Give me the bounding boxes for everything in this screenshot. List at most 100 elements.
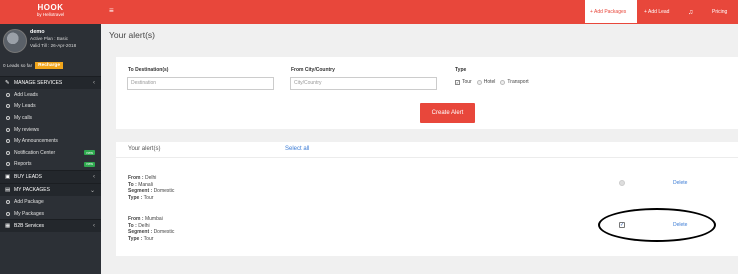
sidebar-item-label: My calls	[14, 114, 33, 121]
new-badge: new	[84, 161, 95, 167]
alert-to: To : Delhi	[128, 223, 174, 230]
bell-icon[interactable]: ♫	[688, 0, 693, 24]
to-destination-label: To Destination(s)	[128, 67, 169, 73]
circle-icon	[6, 199, 10, 204]
alert-type-value: Tour	[143, 235, 154, 242]
type-label: Type :	[128, 235, 143, 242]
sidebar-item-reports[interactable]: Reports new	[0, 159, 101, 171]
alert-type: Type : Tour	[128, 195, 174, 202]
sidebar-item-label: My Packages	[14, 210, 45, 217]
avatar[interactable]	[3, 29, 27, 53]
edit-icon: ✎	[5, 80, 10, 86]
circle-icon	[6, 127, 10, 132]
new-badge: new	[84, 150, 95, 156]
delete-link[interactable]: Delete	[673, 180, 687, 186]
alert-segment: Segment : Domestic	[128, 188, 174, 195]
sidebar-item-label: My Leads	[14, 103, 36, 110]
sidebar-item-my-calls[interactable]: My calls	[0, 112, 101, 124]
pricing-link[interactable]: Pricing	[712, 0, 727, 24]
type-label: Type	[455, 67, 467, 73]
alert-segment-value: Domestic	[153, 229, 175, 236]
sidebar: HOOK by Hellotravel demo Active Plan : B…	[0, 0, 101, 274]
sidebar-item-notification-center[interactable]: Notification Center new	[0, 147, 101, 159]
leads-left: 0 Leads so far	[3, 63, 33, 68]
divider	[116, 157, 738, 158]
sidebar-item-add-leads[interactable]: Add Leads	[0, 89, 101, 101]
sidebar-item-my-leads[interactable]: My Leads	[0, 101, 101, 113]
alerts-header: Your alert(s)	[128, 146, 161, 152]
alert-from: From : Delhi	[128, 175, 174, 182]
destination-input[interactable]: Destination	[127, 77, 274, 90]
alert-to-value: Delhi	[138, 222, 150, 229]
circle-icon	[6, 104, 10, 109]
recharge-button[interactable]: Recharge	[35, 62, 63, 69]
add-packages-button[interactable]: + Add Packages	[585, 0, 637, 24]
create-alert-button[interactable]: Create Alert	[420, 103, 475, 123]
nav-section-label: BUY LEADS	[14, 174, 42, 181]
circle-icon	[6, 92, 10, 97]
top-bar: ≡ + Add Packages + Add Lead ♫ Pricing	[101, 0, 738, 24]
chevron-left-icon: ‹	[93, 80, 95, 86]
nav-section-buy-leads[interactable]: ▣ BUY LEADS ‹	[0, 170, 101, 184]
chevron-left-icon: ‹	[93, 223, 95, 230]
sidebar-item-my-packages[interactable]: My Packages	[0, 208, 101, 220]
alert-segment: Segment : Domestic	[128, 229, 174, 236]
type-options: ✓ Tour Hotel Transport	[455, 79, 529, 85]
select-all-link[interactable]: Select all	[285, 146, 309, 152]
transport-radio[interactable]	[500, 79, 506, 85]
brand-sub: by Hellotravel	[36, 12, 65, 17]
circle-icon	[6, 139, 10, 144]
sidebar-item-label: My reviews	[14, 126, 40, 133]
nav-section-b2b-services[interactable]: ▦ B2B Services ‹	[0, 219, 101, 233]
sidebar-item-add-package[interactable]: Add Package	[0, 196, 101, 208]
segment-label: Segment :	[128, 229, 153, 236]
add-lead-button[interactable]: + Add Lead	[644, 0, 669, 24]
sidebar-item-label: Add Leads	[14, 91, 38, 98]
package-icon: ▤	[5, 187, 11, 194]
alert-type: Type : Tour	[128, 236, 174, 243]
transport-option-label: Transport	[507, 79, 529, 85]
circle-icon	[6, 211, 10, 216]
sidebar-item-my-announcements[interactable]: My Announcements	[0, 135, 101, 147]
alert-from-value: Delhi	[144, 175, 157, 181]
nav-section-label: MANAGE SERVICES	[14, 80, 63, 86]
brand-logo[interactable]: HOOK by Hellotravel	[0, 0, 101, 24]
leads-row: 0 Leads so far Recharge	[3, 62, 63, 69]
cart-icon: ▣	[5, 174, 11, 181]
alert-select-checkbox[interactable]	[619, 180, 625, 186]
nav-section-manage-services[interactable]: ✎ MANAGE SERVICES ‹	[0, 76, 101, 89]
nav-section-my-packages[interactable]: ▤ MY PACKAGES ⌄	[0, 183, 101, 197]
tour-checkbox[interactable]: ✓	[455, 79, 460, 85]
alert-segment-value: Domestic	[153, 188, 175, 195]
alert-row: From : Delhi To : Manali Segment : Domes…	[128, 175, 174, 201]
to-label: To :	[128, 222, 137, 229]
nav-section-label: MY PACKAGES	[14, 187, 50, 194]
chevron-left-icon: ‹	[93, 174, 95, 181]
hamburger-menu-icon[interactable]: ≡	[109, 6, 114, 15]
sidebar-item-label: Add Package	[14, 198, 44, 205]
user-valid-till: Valid Till : 26-Apr-2018	[30, 42, 77, 48]
user-name: demo	[30, 29, 45, 35]
hotel-option-label: Hotel	[483, 79, 496, 85]
type-label: Type :	[128, 194, 143, 201]
sidebar-item-label: Reports	[14, 161, 32, 168]
to-label: To :	[128, 181, 137, 188]
circle-icon	[6, 162, 10, 167]
alert-from-value: Mumbai	[144, 216, 163, 222]
city-country-input[interactable]: City/Country	[290, 77, 437, 90]
chevron-down-icon: ⌄	[89, 187, 95, 194]
briefcase-icon: ▦	[5, 223, 11, 230]
circle-icon	[6, 150, 10, 155]
from-city-label: From City/Country	[291, 67, 335, 73]
alert-to: To : Manali	[128, 182, 174, 189]
alert-from: From : Mumbai	[128, 216, 174, 223]
alert-to-value: Manali	[138, 181, 153, 188]
from-label: From :	[128, 216, 144, 222]
brand-name: HOOK	[37, 3, 64, 12]
alert-row: From : Mumbai To : Delhi Segment : Domes…	[128, 216, 174, 242]
from-label: From :	[128, 175, 144, 181]
alert-type-value: Tour	[143, 194, 154, 201]
hotel-radio[interactable]	[476, 79, 482, 85]
sidebar-item-my-reviews[interactable]: My reviews	[0, 124, 101, 136]
sidebar-item-label: Notification Center	[14, 149, 56, 156]
